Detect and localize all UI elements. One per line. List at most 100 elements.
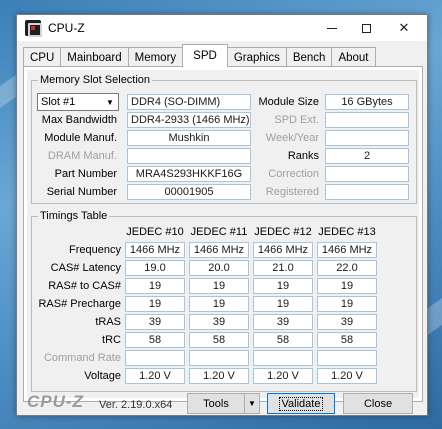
timings-row-label: RAS# to CAS#	[48, 280, 121, 292]
timings-cell: 58	[125, 332, 185, 348]
timings-cell: 39	[125, 314, 185, 330]
slot-select[interactable]: Slot #1 ▼	[37, 93, 119, 111]
timings-cell: 1466 MHz	[125, 242, 185, 258]
footer-bar: CPU-Z Ver. 2.19.0.x64 Tools ▼ Validate C…	[17, 389, 427, 417]
timings-cell: 19	[125, 278, 185, 294]
tools-button[interactable]: Tools	[187, 393, 245, 414]
timings-cell: 1.20 V	[253, 368, 313, 384]
timings-cell: 58	[253, 332, 313, 348]
max-bandwidth-label: Max Bandwidth	[41, 114, 117, 126]
close-icon: ✕	[398, 20, 410, 35]
validate-button-label: Validate	[278, 396, 324, 411]
minimize-button[interactable]	[315, 15, 349, 41]
module-size-value: 16 GBytes	[325, 94, 409, 110]
maximize-icon	[361, 23, 371, 33]
timings-cell: 1.20 V	[125, 368, 185, 384]
serial-number-label: Serial Number	[46, 186, 117, 198]
week-year-label: Week/Year	[265, 132, 319, 144]
timings-cell: 19	[253, 278, 313, 294]
timings-cell: 19	[189, 278, 249, 294]
timings-row-label: Frequency	[69, 244, 121, 256]
timings-column-header: JEDEC #11	[190, 226, 248, 238]
correction-label: Correction	[268, 168, 319, 180]
timings-cell: 19.0	[125, 260, 185, 276]
close-button-label: Close	[363, 397, 393, 410]
slot-select-value: Slot #1	[41, 96, 76, 108]
tab-mainboard[interactable]: Mainboard	[60, 47, 129, 67]
tab-about[interactable]: About	[331, 47, 376, 67]
timings-cell: 1466 MHz	[253, 242, 313, 258]
module-manuf-value: Mushkin	[127, 130, 251, 146]
tab-graphics[interactable]: Graphics	[226, 47, 287, 67]
timings-cell: 19	[125, 296, 185, 312]
spd-panel: Memory Slot Selection Slot #1 ▼ DDR4 (SO…	[23, 66, 423, 402]
timings-row-label: tRAS	[95, 316, 121, 328]
version-text: Ver. 2.19.0.x64	[99, 399, 173, 411]
timings-row-label: Command Rate	[43, 352, 121, 364]
ranks-value: 2	[325, 148, 409, 164]
module-manuf-label: Module Manuf.	[44, 132, 117, 144]
timings-cell: 1.20 V	[189, 368, 249, 384]
spd-ext-label: SPD Ext.	[274, 114, 319, 126]
max-bandwidth-value: DDR4-2933 (1466 MHz)	[127, 112, 251, 128]
timings-column-header: JEDEC #12	[254, 226, 312, 238]
timings-column-header: JEDEC #13	[318, 226, 376, 238]
maximize-button[interactable]	[349, 15, 383, 41]
registered-label: Registered	[265, 186, 319, 198]
timings-cell	[317, 350, 377, 366]
tab-spd[interactable]: SPD	[182, 44, 228, 67]
ranks-label: Ranks	[287, 150, 319, 162]
timings-cell: 19	[253, 296, 313, 312]
timings-row-label: tRC	[102, 334, 121, 346]
timings-cell: 1.20 V	[317, 368, 377, 384]
dram-manuf-label: DRAM Manuf.	[47, 150, 117, 162]
timings-legend: Timings Table	[38, 210, 110, 222]
timings-cell: 58	[317, 332, 377, 348]
cpuz-app-icon	[25, 20, 42, 37]
timings-cell: 22.0	[317, 260, 377, 276]
chevron-down-icon: ▼	[106, 97, 114, 107]
cpuz-window: CPU-Z ✕ CPU Mainboard Memory SPD Graphic…	[16, 14, 428, 416]
timings-cell: 20.0	[189, 260, 249, 276]
timings-row-label: Voltage	[84, 370, 121, 382]
timings-cell: 19	[317, 296, 377, 312]
part-number-label: Part Number	[54, 168, 117, 180]
timings-cell: 39	[189, 314, 249, 330]
timings-cell	[125, 350, 185, 366]
title-bar[interactable]: CPU-Z ✕	[17, 15, 427, 41]
module-size-label: Module Size	[258, 96, 319, 108]
registered-value	[325, 184, 409, 200]
spd-ext-value	[325, 112, 409, 128]
part-number-value: MRA4S293HKKF16G	[127, 166, 251, 182]
timings-cell	[253, 350, 313, 366]
serial-number-value: 00001905	[127, 184, 251, 200]
window-title: CPU-Z	[48, 21, 85, 35]
chevron-down-icon: ▼	[248, 399, 256, 408]
timings-cell: 21.0	[253, 260, 313, 276]
close-button[interactable]: Close	[343, 393, 413, 414]
timings-cell	[189, 350, 249, 366]
memory-type-value: DDR4 (SO-DIMM)	[127, 94, 251, 110]
tab-memory[interactable]: Memory	[127, 47, 184, 67]
timings-row-label: CAS# Latency	[50, 262, 121, 274]
tools-dropdown-button[interactable]: ▼	[244, 393, 260, 414]
timings-cell: 58	[189, 332, 249, 348]
timings-cell: 39	[317, 314, 377, 330]
close-window-button[interactable]: ✕	[387, 15, 421, 41]
timings-cell: 19	[189, 296, 249, 312]
timings-column-header: JEDEC #10	[126, 226, 184, 238]
timings-row-label: RAS# Precharge	[38, 298, 121, 310]
dram-manuf-value	[127, 148, 251, 164]
timings-cell: 1466 MHz	[317, 242, 377, 258]
validate-button[interactable]: Validate	[267, 393, 335, 414]
timings-cell: 39	[253, 314, 313, 330]
memory-slot-legend: Memory Slot Selection	[38, 74, 153, 86]
tab-bench[interactable]: Bench	[285, 47, 333, 67]
tools-button-label: Tools	[203, 397, 229, 410]
cpuz-brand-logo: CPU-Z	[27, 392, 84, 411]
timings-cell: 19	[317, 278, 377, 294]
week-year-value	[325, 130, 409, 146]
minimize-icon	[327, 27, 337, 29]
tab-cpu[interactable]: CPU	[23, 47, 62, 67]
tab-bar: CPU Mainboard Memory SPD Graphics Bench …	[23, 44, 423, 67]
